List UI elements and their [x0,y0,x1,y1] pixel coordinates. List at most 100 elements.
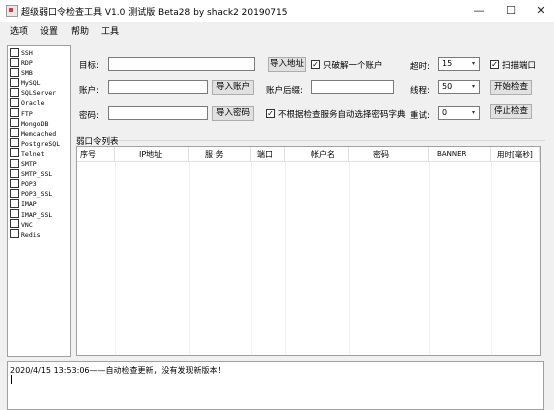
protocol-item[interactable]: IMAP [8,198,70,209]
account-input[interactable] [108,80,208,94]
protocol-checkbox[interactable] [10,118,19,128]
crack-one-checkbox[interactable]: ✓ [311,60,320,69]
menu-help[interactable]: 帮助 [71,24,89,37]
chevron-down-icon: ▾ [471,83,475,90]
chevron-down-icon: ▾ [471,109,475,116]
protocol-checkbox[interactable] [10,138,19,148]
protocol-label: FTP [21,109,33,118]
import-account-button[interactable]: 导入账户 [212,80,254,95]
no-auto-dict-label: 不根据检查服务自动选择密码字典 [278,110,406,120]
app-icon [6,5,18,17]
protocol-checkbox[interactable] [10,77,19,87]
menu-tools[interactable]: 工具 [101,24,119,37]
protocol-item[interactable]: Telnet [8,148,70,159]
threads-select[interactable]: 50 ▾ [438,80,480,94]
protocol-label: SSH [21,49,33,57]
protocol-checkbox[interactable] [10,178,19,188]
protocol-checkbox[interactable] [10,67,19,77]
protocol-label: Telnet [21,149,45,158]
protocol-checkbox[interactable] [10,158,19,168]
protocol-item[interactable]: SSH [8,47,70,58]
protocol-checkbox[interactable] [10,47,19,57]
protocol-checkbox[interactable] [10,87,19,97]
log-output[interactable]: 2020/4/15 13:53:06——自动检查更新，没有发现新版本！ [7,361,544,410]
menu-options[interactable]: 选项 [10,24,28,37]
title-bar: 超级弱口令检查工具 V1.0 测试版 Beta28 by shack2 2019… [0,0,554,22]
protocol-label: Oracle [21,99,45,108]
protocol-checkbox[interactable] [10,209,19,218]
protocol-item[interactable]: SMTP [8,158,70,169]
protocol-item[interactable]: Redis [8,229,70,240]
protocol-checkbox[interactable] [10,128,19,138]
protocol-checkbox[interactable] [10,229,19,239]
target-label: 目标: [79,61,99,71]
protocol-checkbox[interactable] [10,97,19,107]
result-table[interactable]: 序号 IP地址 服 务 端口 帐户名 密码 BANNER 用时[毫秒] [76,146,541,356]
protocol-label: SMB [21,69,33,78]
protocol-label: MySQL [21,79,41,88]
column-divider [115,162,116,355]
column-header-ip[interactable]: IP地址 [115,147,189,162]
window-title: 超级弱口令检查工具 V1.0 测试版 Beta28 by shack2 2019… [21,8,288,18]
scan-port-checkbox[interactable]: ✓ [490,60,499,69]
protocol-item[interactable]: Oracle [8,97,70,108]
timeout-select[interactable]: 15 ▾ [438,57,480,71]
minimize-button[interactable]: — [464,0,494,22]
protocol-item[interactable]: SQLServer [8,87,70,98]
threads-value: 50 [442,82,453,91]
retry-select[interactable]: 0 ▾ [438,106,480,120]
protocol-item[interactable]: POP3 [8,178,70,189]
protocol-item[interactable]: PostgreSQL [8,138,70,149]
target-input[interactable] [108,57,255,71]
column-divider [285,162,286,355]
start-check-button[interactable]: 开始检查 [490,80,532,95]
protocol-item[interactable]: Memcached [8,128,70,139]
column-header-port[interactable]: 端口 [251,147,285,162]
import-password-button[interactable]: 导入密码 [212,106,254,121]
close-button[interactable]: ✕ [526,0,554,22]
column-header-password[interactable]: 密码 [349,147,429,162]
protocol-item[interactable]: IMAP_SSL [8,209,70,220]
column-header-time[interactable]: 用时[毫秒] [491,147,540,162]
protocol-item[interactable]: MySQL [8,77,70,88]
protocol-checkbox[interactable] [10,198,19,208]
column-header-index[interactable]: 序号 [77,147,115,162]
column-header-account[interactable]: 帐户名 [285,147,349,162]
import-address-button[interactable]: 导入地址 [268,57,306,72]
protocol-item[interactable]: SMTP_SSL [8,168,70,179]
divider [118,140,545,141]
column-header-service[interactable]: 服 务 [189,147,251,162]
password-input[interactable] [108,106,208,120]
protocol-item[interactable]: POP3_SSL [8,188,70,199]
protocol-item[interactable]: SMB [8,67,70,78]
protocol-item[interactable]: VNC [8,219,70,230]
maximize-button[interactable]: ☐ [496,0,526,22]
account-suffix-label: 账户后缀: [266,86,303,96]
protocol-label: Memcached [21,129,57,138]
column-header-banner[interactable]: BANNER [429,147,491,162]
protocol-checkbox[interactable] [10,57,19,67]
protocol-label: POP3_SSL [21,190,53,199]
menu-settings[interactable]: 设置 [40,24,58,37]
protocol-label: VNC [21,220,33,229]
protocol-label: MongoDB [21,119,49,128]
protocol-checkbox[interactable] [10,219,19,229]
account-suffix-input[interactable] [311,80,394,94]
chevron-down-icon: ▾ [471,60,475,67]
timeout-value: 15 [442,59,453,68]
protocol-label: IMAP [21,200,37,209]
stop-check-button[interactable]: 停止检查 [490,104,532,119]
text-caret [11,375,12,384]
protocol-label: RDP [21,59,33,68]
protocol-checkbox[interactable] [10,188,19,198]
protocol-item[interactable]: MongoDB [8,118,70,129]
protocol-item[interactable]: FTP [8,108,70,119]
column-divider [429,162,430,355]
crack-one-label: 只破解一个账户 [323,61,383,71]
no-auto-dict-checkbox[interactable]: ✓ [266,109,275,118]
protocol-checkbox[interactable] [10,168,19,178]
protocol-label: Redis [21,230,41,239]
protocol-checkbox[interactable] [10,148,19,158]
protocol-item[interactable]: RDP [8,57,70,68]
protocol-checkbox[interactable] [10,108,19,118]
